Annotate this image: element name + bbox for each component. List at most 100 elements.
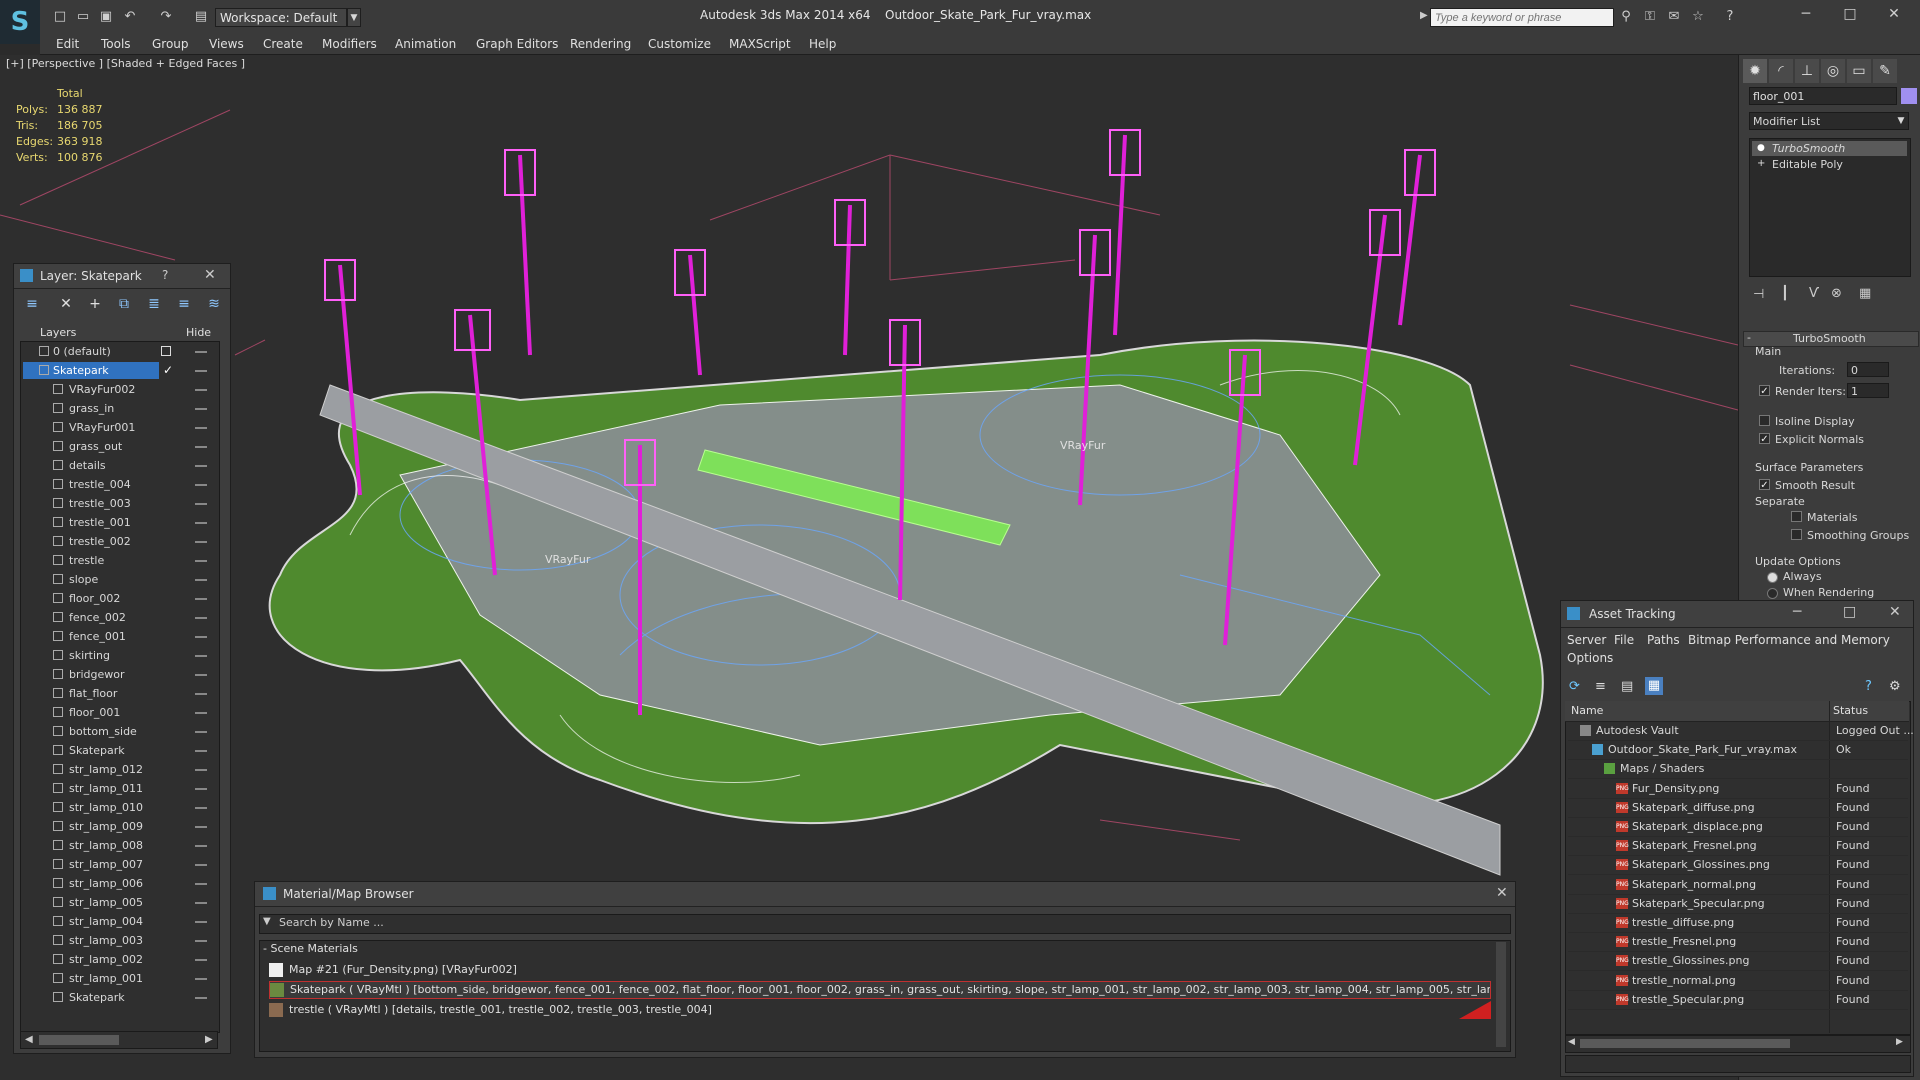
pin-stack-icon[interactable]: ⊣: [1753, 287, 1764, 302]
layer-object-row[interactable]: floor_002: [21, 589, 219, 608]
hide-toggle[interactable]: [195, 807, 207, 809]
hide-all-icon[interactable]: ≡: [174, 294, 194, 314]
hide-toggle[interactable]: [195, 674, 207, 676]
asset-row[interactable]: PNG Skatepark_displace.png Found: [1568, 817, 1908, 837]
layer-object-row[interactable]: str_lamp_008: [21, 836, 219, 855]
help-icon[interactable]: ?: [1865, 679, 1872, 694]
scroll-thumb[interactable]: [39, 1035, 119, 1045]
select-objects-icon[interactable]: ⧉: [114, 294, 134, 314]
asset-menu-server[interactable]: Server: [1567, 633, 1606, 647]
hide-toggle[interactable]: [195, 579, 207, 581]
minimize-icon[interactable]: ─: [1792, 4, 1820, 24]
menu-views[interactable]: Views: [209, 34, 244, 54]
material-row-map21[interactable]: Map #21 (Fur_Density.png) [VRayFur002]: [269, 961, 1491, 979]
layer-object-row[interactable]: str_lamp_004: [21, 912, 219, 931]
layer-object-row[interactable]: trestle_004: [21, 475, 219, 494]
menu-rendering[interactable]: Rendering: [570, 34, 631, 54]
close-icon[interactable]: ✕: [1889, 604, 1901, 620]
hide-toggle[interactable]: [195, 408, 207, 410]
asset-menu-options[interactable]: Options: [1567, 651, 1613, 665]
material-vertical-scrollbar[interactable]: [1496, 942, 1506, 1047]
workspace-dropdown[interactable]: Workspace: Default: [215, 8, 347, 27]
isoline-checkbox[interactable]: [1759, 415, 1770, 426]
add-to-layer-icon[interactable]: +: [85, 294, 105, 314]
create-tab-icon[interactable]: ✹: [1743, 59, 1767, 83]
smooth-result-checkbox[interactable]: ✓: [1759, 479, 1770, 491]
asset-row[interactable]: PNG Fur_Density.png Found: [1568, 779, 1908, 799]
hide-toggle[interactable]: [195, 560, 207, 562]
hide-toggle[interactable]: [195, 978, 207, 980]
asset-row[interactable]: PNG Skatepark_Fresnel.png Found: [1568, 836, 1908, 857]
binoculars-icon[interactable]: ⚲: [1618, 9, 1634, 25]
asset-row[interactable]: PNG Skatepark_Specular.png Found: [1568, 894, 1908, 914]
remove-modifier-icon[interactable]: ⊗: [1831, 286, 1842, 301]
highlight-layer-icon[interactable]: ≣: [144, 294, 164, 314]
help-icon[interactable]: ?: [1722, 9, 1738, 25]
asset-row[interactable]: PNG trestle_diffuse.png Found: [1568, 913, 1908, 933]
hide-toggle[interactable]: [195, 845, 207, 847]
layer-object-row[interactable]: str_lamp_007: [21, 855, 219, 874]
hide-toggle[interactable]: [195, 636, 207, 638]
asset-menu-file[interactable]: File: [1614, 633, 1634, 647]
material-search-field[interactable]: [259, 914, 1511, 934]
layer-row-skatepark[interactable]: Skatepark ✓: [21, 361, 219, 380]
make-unique-icon[interactable]: Ѵ: [1809, 286, 1819, 301]
communication-icon[interactable]: ✉: [1666, 9, 1682, 25]
hide-toggle[interactable]: [195, 902, 207, 904]
hide-toggle[interactable]: [195, 351, 207, 353]
hide-toggle[interactable]: [195, 750, 207, 752]
layer-object-row[interactable]: fence_002: [21, 608, 219, 627]
scroll-left-icon[interactable]: ◀: [1568, 1037, 1575, 1047]
layer-object-row[interactable]: str_lamp_002: [21, 950, 219, 969]
help-icon[interactable]: ?: [162, 268, 168, 282]
open-file-icon[interactable]: ▭: [75, 9, 91, 25]
subscription-icon[interactable]: ⚿: [1642, 9, 1658, 25]
iterations-spinner[interactable]: 0: [1847, 362, 1889, 377]
hide-toggle[interactable]: [195, 864, 207, 866]
freeze-all-icon[interactable]: ≋: [204, 294, 224, 314]
scroll-left-icon[interactable]: ◀: [25, 1034, 33, 1045]
menu-animation[interactable]: Animation: [395, 34, 456, 54]
viewport-label[interactable]: [+] [Perspective ] [Shaded + Edged Faces…: [6, 57, 245, 70]
hide-toggle[interactable]: [195, 959, 207, 961]
favorites-star-icon[interactable]: ☆: [1690, 9, 1706, 25]
chevron-down-icon[interactable]: ▼: [1893, 112, 1909, 130]
hide-toggle[interactable]: [195, 655, 207, 657]
layer-object-row[interactable]: grass_in: [21, 399, 219, 418]
maximize-icon[interactable]: □: [1843, 604, 1856, 620]
asset-path-field[interactable]: [1565, 1055, 1911, 1073]
layer-row-default[interactable]: 0 (default): [21, 342, 219, 361]
modifier-list-dropdown[interactable]: Modifier List: [1749, 112, 1909, 130]
smoothing-groups-checkbox[interactable]: [1791, 529, 1802, 540]
search-input[interactable]: [1430, 8, 1614, 27]
hide-toggle[interactable]: [195, 503, 207, 505]
layer-object-row[interactable]: grass_out: [21, 437, 219, 456]
name-column-header[interactable]: Name: [1571, 704, 1603, 717]
stack-item-turbosmooth[interactable]: TurboSmooth: [1752, 141, 1907, 156]
close-icon[interactable]: ✕: [204, 267, 216, 283]
materials-checkbox[interactable]: [1791, 511, 1802, 522]
layer-object-row[interactable]: trestle_001: [21, 513, 219, 532]
hide-toggle[interactable]: [195, 940, 207, 942]
undo-icon[interactable]: ↶: [122, 9, 138, 25]
hide-toggle[interactable]: [195, 465, 207, 467]
hide-toggle[interactable]: [195, 370, 207, 372]
list-view-icon[interactable]: ≡: [1595, 679, 1606, 694]
hide-toggle[interactable]: [195, 598, 207, 600]
menu-help[interactable]: Help: [809, 34, 836, 54]
asset-row[interactable]: Autodesk Vault Logged Out ...: [1568, 721, 1914, 741]
asset-menu-bitmap-performance[interactable]: Bitmap Performance and Memory: [1688, 633, 1890, 647]
material-browser-titlebar[interactable]: [255, 882, 1515, 907]
status-column-header[interactable]: Status: [1833, 704, 1868, 717]
render-iters-checkbox[interactable]: ✓: [1759, 385, 1770, 397]
material-row-skatepark[interactable]: Skatepark ( VRayMtl ) [bottom_side, brid…: [269, 981, 1491, 999]
menu-create[interactable]: Create: [263, 34, 303, 54]
refresh-icon[interactable]: ⟳: [1569, 679, 1580, 694]
project-folder-icon[interactable]: ▤: [193, 9, 209, 25]
scroll-right-icon[interactable]: ▶: [1896, 1037, 1903, 1047]
layer-object-row[interactable]: skirting: [21, 646, 219, 665]
hide-toggle[interactable]: [195, 427, 207, 429]
modify-tab-icon[interactable]: ◜: [1769, 59, 1793, 83]
asset-row[interactable]: PNG trestle_Fresnel.png Found: [1568, 932, 1908, 953]
search-options-icon[interactable]: ▼: [263, 916, 271, 927]
